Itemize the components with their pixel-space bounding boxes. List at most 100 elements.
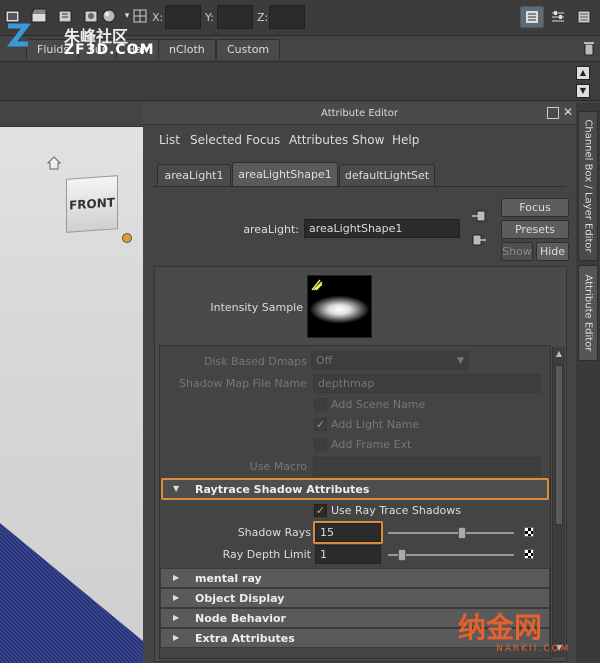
add-light-name-checkbox[interactable]: ✓ [314,418,327,431]
tab-attribute-editor[interactable]: Attribute Editor [578,265,598,361]
ray-depth-limit-field[interactable]: 1 [315,545,381,564]
hide-button[interactable]: Hide [536,242,569,261]
tab-channel-box[interactable]: Channel Box / Layer Editor [578,111,598,261]
show-button[interactable]: Show [501,242,533,261]
shadow-map-file-name-value: depthmap [318,377,375,390]
triangle-right-icon: ▶ [173,633,180,642]
scrollbar-thumb[interactable] [555,365,563,525]
home-icon[interactable] [46,155,62,171]
z-field[interactable] [269,5,305,29]
section-label: Object Display [195,591,285,605]
view-cube-menu-icon[interactable] [122,233,132,243]
mental-ray-section-header[interactable]: ▶ mental ray [160,568,550,588]
watermark-bottom-brand: 纳金网 [458,611,543,644]
y-label: Y: [205,11,214,24]
focus-button-label: Focus [519,201,551,214]
ray-depth-limit-slider-track[interactable] [388,554,514,556]
tab-divider [153,186,566,187]
light-icon [311,279,323,291]
view-cube[interactable]: FRONT [66,175,118,233]
node-name-field[interactable]: areaLightShape1 [304,219,460,238]
section-label: mental ray [195,571,262,585]
watermark-bottom: 纳金网 NARKII.COM [458,606,598,662]
zf3d-logo-icon [6,23,30,47]
tab-label: areaLightShape1 [238,168,332,181]
watermark-url: ZF3D.COM [64,42,155,58]
show-button-label: Show [502,245,532,258]
shadow-rays-slider-track[interactable] [388,532,514,534]
tab-defaultlightset[interactable]: defaultLightSet [339,164,435,186]
attribute-editor-toggle-icon[interactable] [520,6,544,28]
ray-depth-limit-slider-thumb[interactable] [397,549,406,561]
presets-button-label: Presets [514,223,556,236]
z-label: Z: [257,11,269,24]
disk-based-dmaps-label: Disk Based Dmaps [203,355,307,368]
shadow-map-file-name-field[interactable]: depthmap [313,374,541,393]
shadow-rays-map-icon[interactable] [524,527,534,537]
focus-button[interactable]: Focus [501,198,569,217]
menu-list[interactable]: List [159,133,180,147]
channel-box-tab-label: Channel Box / Layer Editor [582,119,594,253]
tab-label: defaultLightSet [344,169,430,182]
view-cube-label: FRONT [69,195,115,213]
tool-settings-icon[interactable] [546,6,570,28]
menu-focus[interactable]: Focus [246,133,280,147]
triangle-right-icon: ▶ [173,593,180,602]
menu-help[interactable]: Help [392,133,419,147]
menu-show[interactable]: Show [352,133,384,147]
x-field[interactable] [165,5,201,29]
add-scene-name-checkbox[interactable] [314,398,327,411]
side-tab-strip: Channel Box / Layer Editor Attribute Edi… [576,103,600,663]
shadow-rays-highlight [313,521,383,544]
shelf-scroll-down-icon[interactable]: ▼ [576,84,590,98]
node-name-value: areaLightShape1 [309,222,403,235]
tab-arealight1[interactable]: areaLight1 [157,164,231,186]
close-icon[interactable]: ✕ [563,105,573,119]
add-frame-ext-checkbox[interactable] [314,438,327,451]
watermark-bottom-url: NARKII.COM [496,644,571,654]
ray-depth-limit-label: Ray Depth Limit [222,548,311,561]
menu-selected[interactable]: Selected [190,133,242,147]
triangle-right-icon: ▶ [173,573,180,582]
viewport-header [0,103,143,127]
intensity-sample-label: Intensity Sample [210,301,303,314]
trash-icon[interactable] [582,40,596,56]
tab-label: areaLight1 [164,169,224,182]
channel-box-icon[interactable] [572,6,596,28]
menu-attributes[interactable]: Attributes [289,133,348,147]
attribute-editor-tab-label: Attribute Editor [582,274,594,352]
viewport-panel[interactable]: FRONT [0,103,143,663]
attribute-editor-panel: Attribute Editor ✕ List Selected Focus A… [143,103,576,663]
ray-depth-limit-map-icon[interactable] [524,549,534,559]
tab-arealightshape1[interactable]: areaLightShape1 [232,162,338,186]
watermark-logo: 朱峰社区 ZF3D.COM [4,20,154,62]
add-frame-ext-label: Add Frame Ext [331,438,412,451]
shelf-tab-custom[interactable]: Custom [216,39,281,59]
hide-button-label: Hide [539,245,566,258]
shadow-rays-slider-thumb[interactable] [458,527,467,539]
presets-button[interactable]: Presets [501,220,569,239]
use-macro-label: Use Macro [249,460,307,473]
chevron-down-icon: ▼ [457,355,464,366]
shelf-scroll-up-icon[interactable]: ▲ [576,66,590,80]
section-label: Node Behavior [195,611,286,625]
shelf-tab-label: Custom [227,43,270,56]
shelf-tab-ncloth[interactable]: nCloth [158,39,216,59]
use-ray-trace-shadows-checkbox[interactable]: ✓ [314,504,327,517]
object-display-section-header[interactable]: ▶ Object Display [160,588,550,608]
node-type-label: areaLight: [243,223,299,236]
input-connections-icon[interactable] [471,209,487,223]
attribute-editor-title: Attribute Editor [143,103,576,125]
scroll-up-icon[interactable]: ▲ [554,349,564,359]
shadow-rays-label: Shadow Rays [237,526,311,539]
grid-floor [0,523,143,663]
disk-based-dmaps-dropdown[interactable]: Off ▼ [311,351,469,370]
intensity-sample-swatch [307,275,372,338]
float-panel-icon[interactable] [547,107,559,119]
use-macro-field[interactable] [313,457,541,476]
disk-based-dmaps-value: Off [316,354,333,367]
y-field[interactable] [217,5,253,29]
attribute-editor-title-text: Attribute Editor [321,108,398,119]
shadow-map-file-name-label: Shadow Map File Name [179,377,307,390]
output-connections-icon[interactable] [471,233,487,247]
